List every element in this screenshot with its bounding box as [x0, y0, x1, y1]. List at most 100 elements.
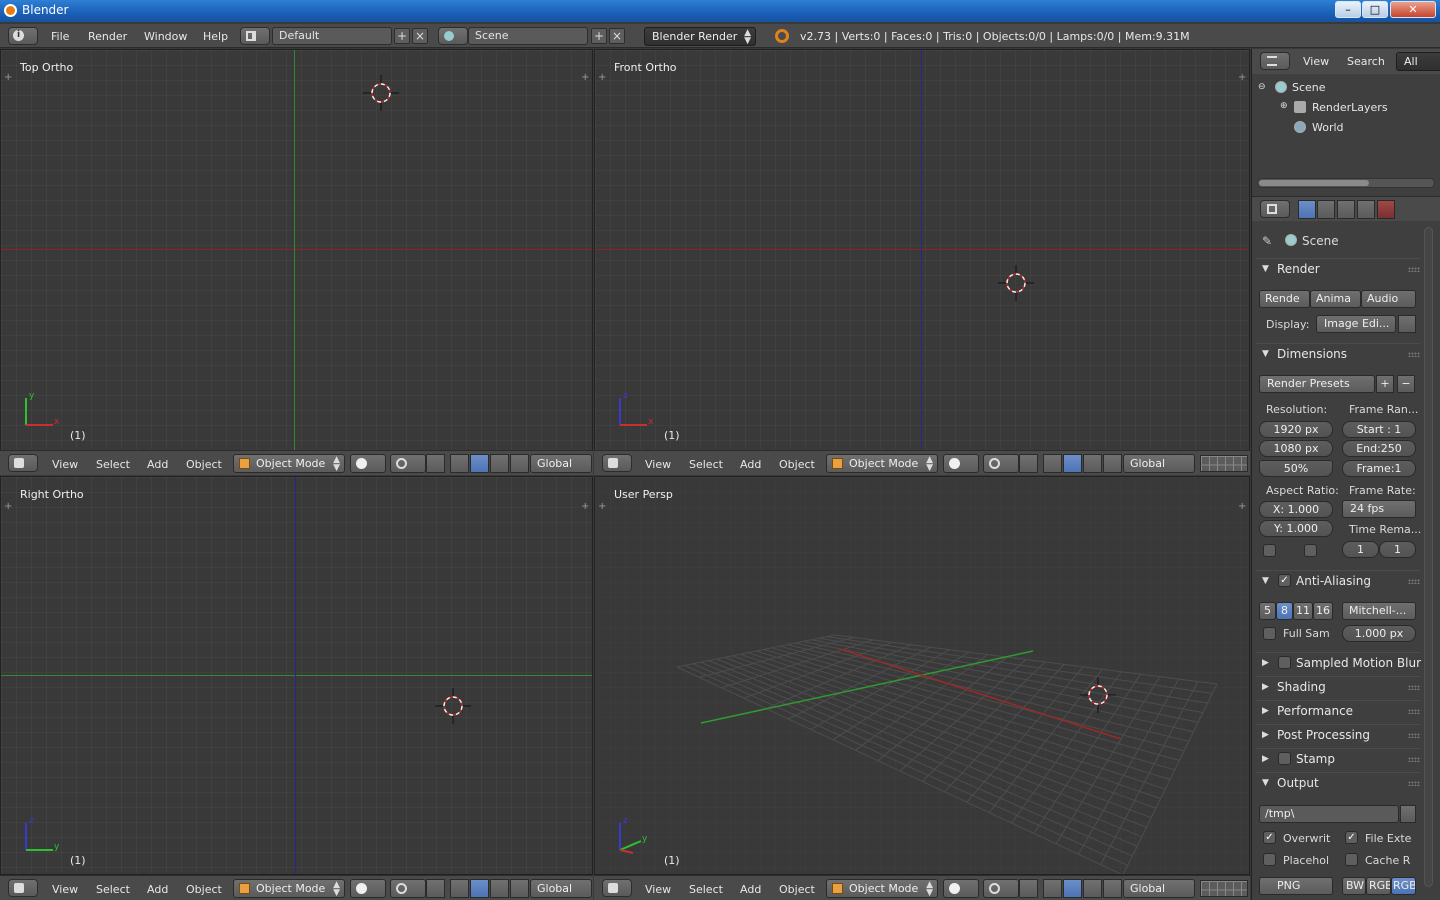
scale-manipulator-icon[interactable] [1103, 879, 1122, 898]
frame-start-field[interactable]: Start : 1 [1342, 421, 1416, 438]
display-dropdown[interactable]: Image Edi... [1316, 315, 1396, 333]
menu-add[interactable]: Add [740, 458, 761, 471]
tree-item-renderlayers[interactable]: RenderLayers [1312, 101, 1388, 114]
manipulator-toggle-button[interactable] [1019, 454, 1038, 473]
collapse-triangle-icon[interactable]: ⊖ [1258, 82, 1266, 92]
viewport-right-ortho[interactable]: Right Ortho + + z y (1) [0, 476, 593, 875]
lock-interface-icon[interactable] [1398, 315, 1416, 333]
screen-layout-icon-button[interactable] [240, 27, 270, 45]
render-engine-dropdown[interactable]: Blender Render ▲ ▼ [644, 27, 756, 46]
menu-object[interactable]: Object [779, 458, 815, 471]
region-expand-icon[interactable]: + [598, 73, 606, 83]
maximize-button[interactable]: □ [1362, 1, 1388, 18]
remove-scene-button[interactable]: × [609, 28, 625, 44]
file-extensions-checkbox[interactable]: ✓ [1345, 831, 1358, 844]
cache-result-checkbox[interactable] [1345, 853, 1358, 866]
aa-samples-8[interactable]: 8 [1276, 602, 1293, 620]
scrollbar-thumb[interactable] [1259, 180, 1369, 186]
transform-orientation-dropdown[interactable]: Global [530, 454, 592, 473]
output-path-field[interactable]: /tmp\ [1259, 805, 1399, 823]
rotate-arc-icon[interactable] [1083, 454, 1102, 473]
pivot-point-dropdown[interactable] [983, 879, 1019, 898]
menu-view[interactable]: View [52, 883, 78, 896]
panel-header-anti-aliasing[interactable]: ▼ ✓ Anti-Aliasing [1256, 570, 1420, 592]
panel-header-performance[interactable]: ▶ Performance [1256, 700, 1420, 722]
translate-manipulator-icon[interactable] [1043, 879, 1062, 898]
render-layers-context-icon[interactable] [1317, 200, 1335, 219]
region-expand-icon[interactable]: + [4, 73, 12, 83]
resolution-percentage-field[interactable]: 50% [1259, 460, 1333, 477]
scene-context-icon[interactable] [1337, 200, 1355, 219]
screen-layout-field[interactable]: Default [272, 27, 392, 45]
transform-orientation-dropdown[interactable]: Global [530, 879, 592, 898]
menu-view[interactable]: View [645, 458, 671, 471]
drag-grip-icon[interactable] [1408, 757, 1420, 762]
drag-grip-icon[interactable] [1408, 709, 1420, 714]
object-mode-dropdown[interactable]: Object Mode ▲ ▼ [826, 879, 938, 898]
panel-header-sampled-motion-blur[interactable]: ▶ Sampled Motion Blur [1256, 652, 1421, 674]
translate-manipulator-icon[interactable] [1043, 454, 1062, 473]
minimize-button[interactable]: – [1335, 1, 1361, 18]
menu-object[interactable]: Object [186, 883, 222, 896]
menu-render[interactable]: Render [88, 30, 127, 43]
menu-view[interactable]: View [645, 883, 671, 896]
resolution-x-field[interactable]: 1920 px [1259, 421, 1333, 438]
object-mode-dropdown[interactable]: Object Mode ▲ ▼ [233, 879, 345, 898]
full-sample-checkbox[interactable] [1263, 627, 1276, 640]
viewport-user-persp[interactable]: User Persp + + z y (1) [594, 476, 1250, 875]
translate-manipulator-icon[interactable] [450, 454, 469, 473]
frame-end-field[interactable]: End:250 [1342, 440, 1416, 457]
menu-file[interactable]: File [51, 30, 69, 43]
aa-samples-16[interactable]: 16 [1313, 602, 1333, 620]
rotate-manipulator-icon[interactable] [470, 454, 489, 473]
editor-type-3dview-button[interactable] [602, 879, 632, 897]
remove-preset-button[interactable]: − [1397, 375, 1415, 393]
region-expand-icon[interactable]: + [581, 502, 589, 512]
drag-grip-icon[interactable] [1408, 733, 1420, 738]
motion-blur-checkbox[interactable] [1278, 656, 1291, 669]
frame-rate-dropdown[interactable]: 24 fps [1342, 500, 1416, 518]
aa-samples-11[interactable]: 11 [1293, 602, 1313, 620]
rotate-arc-icon[interactable] [490, 879, 509, 898]
panel-header-render[interactable]: ▼ Render [1256, 258, 1420, 280]
menu-window[interactable]: Window [144, 30, 187, 43]
tree-item-world[interactable]: World [1312, 121, 1344, 134]
manipulator-toggle-button[interactable] [1019, 879, 1038, 898]
drag-grip-icon[interactable] [1408, 352, 1420, 357]
remove-screen-button[interactable]: × [412, 28, 428, 44]
menu-help[interactable]: Help [203, 30, 228, 43]
editor-type-3dview-button[interactable] [602, 454, 632, 472]
scene-field[interactable]: Scene [468, 27, 588, 45]
drag-grip-icon[interactable] [1408, 685, 1420, 690]
outliner-horizontal-scrollbar[interactable] [1257, 178, 1435, 188]
shading-mode-dropdown[interactable] [943, 454, 979, 473]
menu-view[interactable]: View [52, 458, 78, 471]
editor-type-outliner-button[interactable] [1260, 52, 1290, 70]
menu-add[interactable]: Add [147, 883, 168, 896]
rotate-manipulator-icon[interactable] [1063, 879, 1082, 898]
outliner-menu-view[interactable]: View [1303, 55, 1329, 68]
scale-manipulator-icon[interactable] [510, 879, 529, 898]
region-expand-icon[interactable]: + [598, 502, 606, 512]
pivot-point-dropdown[interactable] [983, 454, 1019, 473]
region-expand-icon[interactable]: + [1238, 502, 1246, 512]
world-context-icon[interactable] [1357, 200, 1375, 219]
aa-filter-dropdown[interactable]: Mitchell-... [1342, 602, 1416, 620]
manipulator-toggle-button[interactable] [426, 454, 445, 473]
menu-select[interactable]: Select [689, 458, 723, 471]
outliner-menu-search[interactable]: Search [1347, 55, 1385, 68]
viewport-front-ortho[interactable]: Front Ortho + + z x (1) [594, 49, 1250, 451]
viewport-top-ortho[interactable]: Top Ortho + + y x (1) [0, 49, 593, 451]
menu-add[interactable]: Add [740, 883, 761, 896]
panel-header-dimensions[interactable]: ▼ Dimensions [1256, 343, 1420, 365]
audio-button[interactable]: Audio [1361, 290, 1416, 308]
aspect-y-field[interactable]: Y: 1.000 [1259, 520, 1333, 537]
menu-select[interactable]: Select [689, 883, 723, 896]
shading-mode-dropdown[interactable] [350, 454, 386, 473]
3d-cursor-icon[interactable] [1080, 677, 1116, 713]
aa-samples-5[interactable]: 5 [1259, 602, 1276, 620]
border-checkbox[interactable] [1263, 544, 1276, 557]
pivot-point-dropdown[interactable] [390, 454, 426, 473]
overwrite-checkbox[interactable]: ✓ [1263, 831, 1276, 844]
close-button[interactable]: ✕ [1390, 1, 1436, 18]
